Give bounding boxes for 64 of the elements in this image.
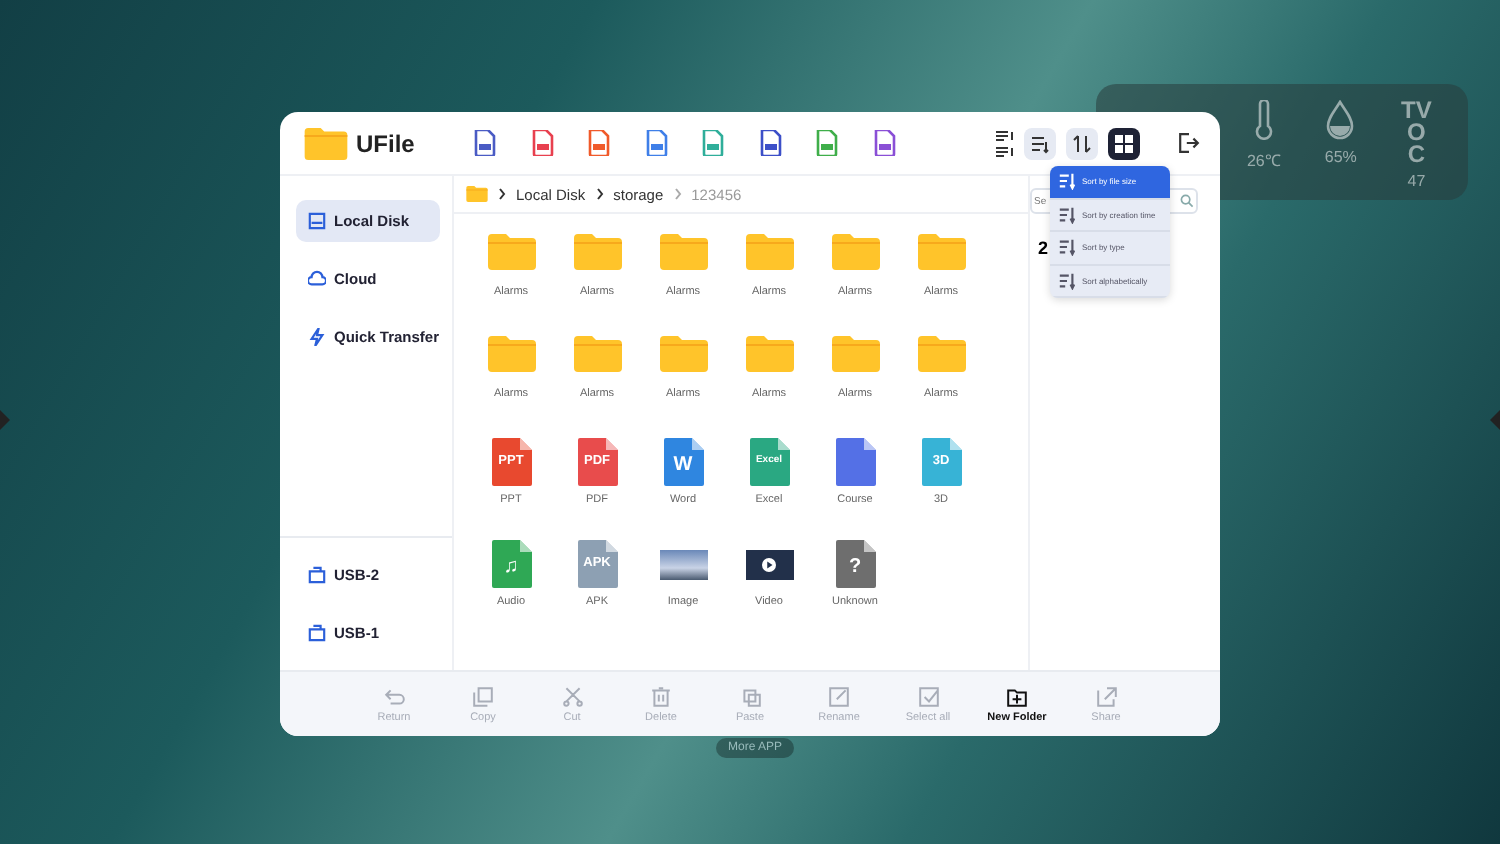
file-type-icon[interactable] [474,130,497,156]
sort-icon [1058,238,1076,257]
bolt-icon [308,328,326,346]
file-type-icon[interactable] [873,130,896,156]
app-title: UFile [356,129,415,157]
count-label: 2 [1038,238,1049,258]
folder-plus-icon [1006,685,1028,707]
folder-icon [831,336,879,372]
file-type-icon[interactable] [759,130,782,156]
file-type-icon[interactable] [645,130,668,156]
file-type-icon[interactable] [531,130,554,156]
swap-icon [1072,133,1092,153]
photo-thumbnail [659,550,707,580]
usb-drive-icon [308,566,326,584]
grid-icon [1114,133,1134,153]
sensor-reading: 47 [1407,172,1426,191]
video-thumbnail [745,550,793,580]
edit-icon [828,685,850,707]
chevron-icon [498,188,506,200]
sort-button[interactable] [1024,127,1056,159]
exit-icon[interactable] [1178,132,1200,154]
folder-icon [659,234,707,270]
folder-icon [573,234,621,270]
sensor-reading: 65% [1324,148,1357,166]
sort-icon [1058,172,1076,191]
paste-icon [739,685,761,707]
undo-icon [383,685,405,707]
sort-icon [1030,133,1050,153]
folder-icon [573,336,621,372]
folder-icon [745,234,793,270]
chevron-icon [595,188,604,200]
sort-icon [1058,271,1076,290]
chevron-icon [673,188,682,200]
thermometer-icon [1253,100,1274,140]
folder-icon [487,336,535,372]
trash-icon [650,685,672,707]
swap-button[interactable] [1066,127,1098,159]
sort-icon [1058,205,1076,224]
search-icon [1180,194,1194,208]
checkbox-icon [917,685,939,707]
usb-drive-icon [308,624,326,642]
sort-order-icon[interactable] [994,129,1014,157]
document-icon: ♫ [491,540,531,588]
folder-icon [917,234,965,270]
share-icon [1095,685,1117,707]
file-type-icon[interactable] [816,130,839,156]
file-type-icon[interactable] [702,130,725,156]
document-icon: ? [835,540,875,588]
tvoc-label: TVOC [1400,100,1432,165]
scissors-icon [561,685,583,707]
folder-icon [745,336,793,372]
folder-icon [466,186,488,202]
folder-icon [831,234,879,270]
copy-icon [472,685,494,707]
folder-icon [487,234,535,270]
file-type-icon[interactable] [588,130,611,156]
folder-icon [917,336,965,372]
folder-icon [304,127,348,159]
document-icon: W [663,438,703,486]
droplet-icon [1326,100,1355,140]
sensor-reading: 26℃ [1246,150,1281,170]
folder-icon [659,336,707,372]
grid-button[interactable] [1108,127,1140,159]
cloud-icon [308,270,326,288]
